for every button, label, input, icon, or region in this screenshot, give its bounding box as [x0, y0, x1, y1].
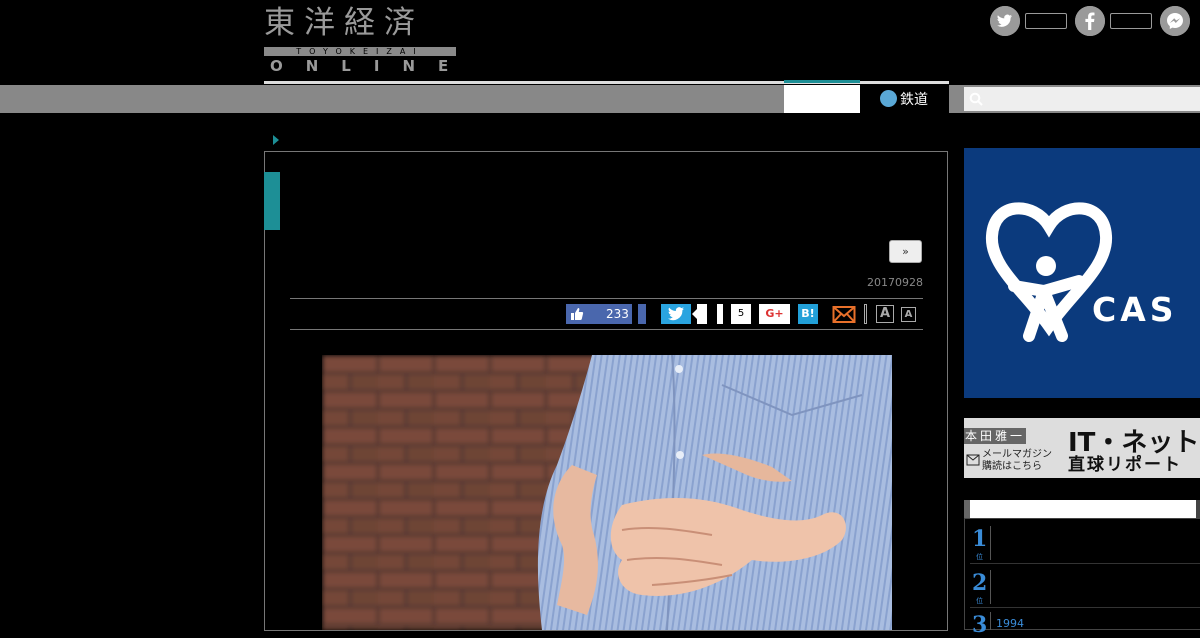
facebook-count [1110, 13, 1152, 29]
ranking-header-left [964, 500, 970, 518]
rank-divider-2 [990, 570, 991, 604]
rank-separator [970, 563, 1200, 564]
google-plus-button[interactable]: G+ [759, 304, 790, 324]
facebook-like-count: 233 [606, 307, 629, 321]
registered-mark: ® [1072, 291, 1081, 301]
twitter-count [1025, 13, 1067, 29]
search-icon [969, 92, 983, 106]
twitter-share-button[interactable] [661, 304, 691, 324]
search-input[interactable] [964, 87, 1200, 111]
sidebar-ad[interactable]: ® CAS [964, 148, 1200, 398]
twitter-icon [990, 6, 1020, 36]
nav-item-active[interactable] [784, 85, 860, 113]
article-date: 20170928 [867, 276, 923, 289]
nav-active-indicator [784, 80, 860, 83]
rank-number-1: 1 [972, 526, 988, 552]
share-count-box [717, 304, 723, 324]
logo-romaji: TOYOKEIZAI [264, 47, 456, 56]
twitter-count [697, 304, 707, 324]
rank-separator [970, 607, 1200, 608]
banner-mail-line2: 購読はこちら [982, 461, 1042, 472]
logo-online: ONLINE [270, 57, 472, 75]
ad-brand-text: CAS [1092, 290, 1178, 329]
next-page-button[interactable]: » [889, 240, 922, 263]
thumbs-up-icon [571, 308, 584, 320]
rank-divider-3 [990, 612, 991, 630]
mail-icon [832, 306, 856, 323]
breadcrumb-arrow-icon [273, 135, 279, 145]
newsletter-banner[interactable]: 本田雅一 メールマガジン 購読はこちら IT・ネット 直球リポート [964, 418, 1200, 478]
rank-item-3-text[interactable]: 1994 [996, 617, 1024, 630]
nav-rail-label: 鉄道 [900, 92, 928, 108]
mail-share-button[interactable] [832, 304, 856, 324]
font-size-small-button[interactable]: A [901, 307, 916, 322]
banner-subtitle: 直球リポート [1068, 455, 1182, 475]
facebook-like-button[interactable]: 233 [566, 304, 632, 324]
logo-kanji: 東洋経済 [264, 5, 424, 41]
banner-mail-text: メールマガジン 購読はこちら [982, 449, 1074, 473]
share-count-five: 5 [731, 304, 751, 324]
envelope-icon [966, 454, 980, 466]
ranking-header-right [1196, 500, 1200, 518]
category-tab [264, 172, 280, 230]
banner-mail-line1: メールマガジン [982, 449, 1052, 460]
rank-number-2: 2 [972, 570, 988, 596]
rank-unit-1: 位 [976, 553, 983, 561]
rank-unit-2: 位 [976, 597, 983, 605]
facebook-share-extra[interactable] [638, 304, 646, 324]
ranking-header [964, 500, 1200, 518]
rank-divider-1 [990, 526, 991, 560]
share-rule-bottom [290, 329, 923, 330]
hatena-bookmark-button[interactable]: B! [798, 304, 818, 324]
train-icon [880, 90, 897, 107]
messenger-share[interactable] [1160, 6, 1190, 36]
font-size-large-button[interactable]: A [876, 305, 894, 323]
site-logo[interactable]: 東洋経済 TOYOKEIZAI ONLINE [264, 5, 456, 75]
ranking-list [964, 518, 1200, 630]
share-separator [864, 304, 867, 324]
twitter-bird-icon [668, 307, 684, 321]
messenger-icon [1160, 6, 1190, 36]
banner-author: 本田雅一 [964, 428, 1026, 444]
heart-logo-icon [985, 202, 1113, 342]
article-photo [322, 355, 892, 630]
rank-number-3: 3 [972, 612, 988, 638]
share-rule-top [290, 298, 923, 299]
facebook-icon [1075, 6, 1105, 36]
